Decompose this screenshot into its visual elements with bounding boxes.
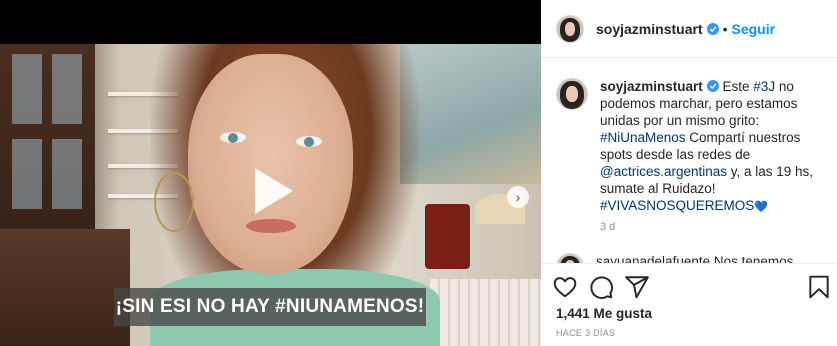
heart-icon[interactable]: [552, 274, 578, 300]
caption-text: soyjazminstuart Este #3J no podemos marc…: [600, 78, 826, 216]
follow-button[interactable]: Seguir: [732, 21, 776, 37]
hashtag-link[interactable]: #NiUnaMenos: [600, 130, 686, 145]
hashtag-link[interactable]: #3J: [753, 79, 775, 94]
post-age: HACE 3 DÍAS: [556, 328, 616, 338]
action-bar: [552, 274, 832, 300]
post-header: soyjazminstuart • Seguir: [541, 0, 837, 58]
comment-row: sayuanadelafuente Nos tenemos: [556, 253, 826, 263]
likes-count[interactable]: 1,441 Me gusta: [556, 306, 652, 321]
share-icon[interactable]: [624, 274, 650, 300]
caption-avatar[interactable]: [556, 78, 588, 110]
verified-badge-icon: [706, 80, 719, 92]
caption-timestamp: 3 d: [600, 221, 616, 233]
play-icon[interactable]: [239, 160, 301, 222]
post-panel: soyjazminstuart • Seguir soyjazminstuart…: [541, 0, 837, 346]
caption-text-part: Este: [718, 79, 754, 94]
post-media[interactable]: › ¡SIN ESI NO HAY #NIUNAMENOS!: [0, 0, 541, 346]
background-coffee-machine: [425, 204, 470, 269]
comment-avatar[interactable]: [556, 253, 584, 263]
comment-icon[interactable]: [588, 274, 614, 300]
background-radiator: [430, 279, 541, 346]
comment-text: sayuanadelafuente Nos tenemos: [596, 254, 794, 263]
caption-username[interactable]: soyjazminstuart: [600, 79, 703, 94]
earring: [154, 172, 194, 232]
blue-heart-emoji: 💙: [754, 201, 768, 213]
hashtag-link[interactable]: #VIVASNOSQUEREMOS: [600, 198, 754, 213]
bookmark-icon[interactable]: [806, 274, 832, 300]
chevron-right-icon[interactable]: ›: [507, 186, 529, 208]
background-table: [0, 229, 130, 346]
divider: [541, 263, 837, 264]
post-caption: soyjazminstuart Este #3J no podemos marc…: [556, 78, 826, 216]
header-username[interactable]: soyjazminstuart: [596, 21, 703, 37]
background-painting: [400, 44, 541, 184]
avatar[interactable]: [556, 14, 584, 43]
verified-badge-icon: [706, 22, 719, 35]
separator-dot: •: [722, 20, 728, 37]
mention-link[interactable]: @actrices.argentinas: [600, 164, 727, 179]
video-caption: ¡SIN ESI NO HAY #NIUNAMENOS!: [114, 288, 426, 326]
